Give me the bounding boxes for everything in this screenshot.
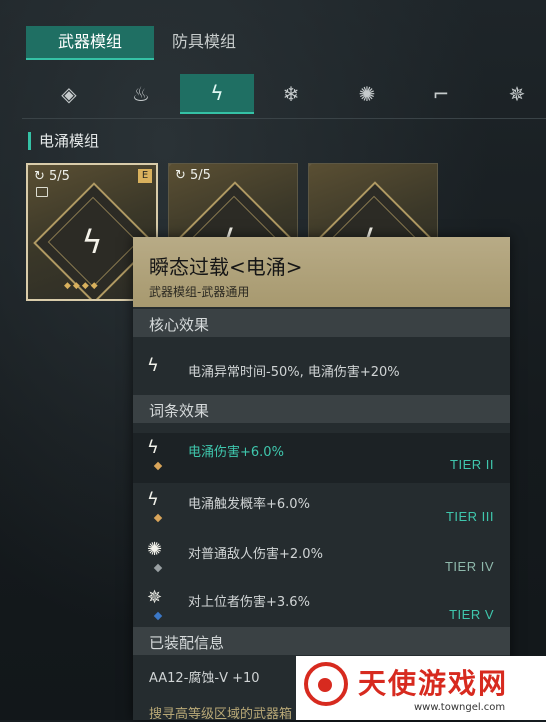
source-hint: 搜寻高等级区域的武器箱 [149,707,293,722]
watermark-url: www.towngel.com [414,702,506,713]
diamond-icon[interactable]: ◈ [50,76,88,112]
category-filter-bar: ◈ ♨ ϟ ❄ ✺ ⌐ ✵ [30,72,546,116]
tab-armor-modules[interactable]: 防具模组 [166,26,242,58]
grade-badge: E [138,169,152,183]
surge-icon: ϟ [147,437,159,458]
rarity-pips: ◆◆◆◆ [64,281,100,291]
equipped-weapon: AA12-腐蚀-V +10 [149,671,260,686]
section-title: 电涌模组 [28,132,99,150]
snowflake-icon[interactable]: ❄ [272,76,310,112]
affix-effect-header: 词条效果 [133,395,510,423]
affix-row: ✵ 对上位者伤害+3.6% TIER V [133,583,510,633]
fire-icon[interactable]: ♨ [122,76,160,112]
module-tooltip: 瞬态过载<电涌> 武器模组-武器通用 核心效果 ϟ 电涌异常时间-50%, 电涌… [133,237,510,722]
tooltip-header: 瞬态过载<电涌> 武器模组-武器通用 [133,237,510,307]
surge-module-icon: ϟ [81,223,103,261]
active-tab-indicator [26,58,154,60]
watermark-title: 天使游戏网 [358,667,509,700]
spark-icon: ✵ [147,587,163,608]
affix-tier: TIER II [450,457,494,472]
count-value: 5/5 [190,168,211,183]
module-name: 瞬态过载<电涌> [149,255,303,279]
affix-text: 电涌触发概率+6.0% [188,497,310,512]
affix-row: ϟ 电涌伤害+6.0% TIER II [133,433,510,483]
affix-tier: TIER V [449,607,494,622]
tier-marker [153,461,163,471]
core-effect-header: 核心效果 [133,309,510,337]
spark-icon[interactable]: ✵ [498,76,536,112]
affix-row: ϟ 电涌触发概率+6.0% TIER III [133,485,510,535]
equip-info-header: 已装配信息 [133,627,510,655]
module-count: ↻ 5/5 [34,169,70,184]
core-effect-text: 电涌异常时间-50%, 电涌伤害+20% [188,365,400,380]
module-type: 武器模组-武器通用 [149,285,250,299]
lock-icon [36,187,48,197]
affix-tier: TIER III [445,509,494,524]
module-type-tabs: 武器模组 防具模组 [0,0,546,70]
affix-tier: TIER IV [444,559,494,574]
burst-icon[interactable]: ✺ [348,76,386,112]
equip-info-label: 已装配信息 [149,634,225,652]
affix-text: 对上位者伤害+3.6% [188,595,310,610]
module-count: ↻ 5/5 [175,168,211,183]
count-value: 5/5 [49,169,70,184]
site-logo-icon [304,662,348,706]
tier-marker [153,513,163,523]
affix-text: 电涌伤害+6.0% [188,445,284,460]
gun-icon[interactable]: ⌐ [422,76,460,112]
affix-row: ✺ 对普通敌人伤害+2.0% TIER IV [133,535,510,585]
affix-effect-label: 词条效果 [149,402,210,420]
core-effect-label: 核心效果 [149,316,210,334]
core-effect-row: ϟ 电涌异常时间-50%, 电涌伤害+20% [133,349,510,389]
lightning-icon[interactable]: ϟ [180,74,254,114]
tab-weapon-modules[interactable]: 武器模组 [26,26,154,58]
surge-icon: ϟ [147,489,159,510]
surge-icon: ϟ [147,355,159,376]
site-watermark: 天使游戏网 www.towngel.com [296,656,546,720]
divider [22,118,546,119]
affix-text: 对普通敌人伤害+2.0% [188,547,323,562]
tier-marker [153,563,163,573]
tier-marker [153,611,163,621]
burst-icon: ✺ [147,539,163,560]
